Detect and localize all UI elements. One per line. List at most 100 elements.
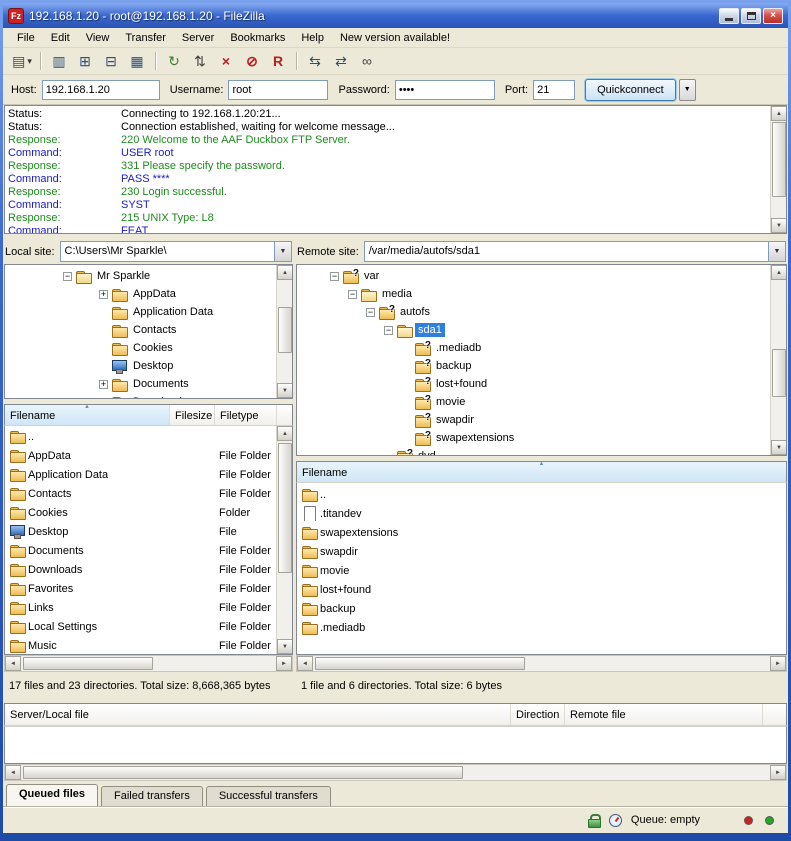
tree-item-cookies[interactable]: Cookies: [5, 339, 292, 357]
file-row-cookies[interactable]: Cookies Folder: [5, 503, 276, 522]
file-row-downloads[interactable]: Downloads File Folder: [5, 560, 276, 579]
tree-item-var[interactable]: − var: [297, 267, 786, 285]
file-row-swapextensions[interactable]: swapextensions: [297, 523, 786, 542]
tree-item-movie[interactable]: movie: [297, 393, 786, 411]
process-queue-icon[interactable]: ⇅: [188, 50, 212, 72]
file-row-links[interactable]: Links File Folder: [5, 598, 276, 617]
column-header-filetype[interactable]: Filetype: [215, 405, 277, 425]
quickconnect-button[interactable]: Quickconnect: [585, 79, 676, 101]
queue-horizontal-scrollbar[interactable]: ◄ ►: [4, 764, 787, 781]
scroll-down-icon[interactable]: ▼: [277, 639, 293, 654]
host-input[interactable]: [42, 80, 160, 100]
tree-item-autofs[interactable]: − autofs: [297, 303, 786, 321]
file-row-contacts[interactable]: Contacts File Folder: [5, 484, 276, 503]
collapse-icon[interactable]: −: [330, 272, 339, 281]
synchronized-browsing-icon[interactable]: ⇄: [329, 50, 353, 72]
password-input[interactable]: [395, 80, 495, 100]
local-tree-vertical-scrollbar[interactable]: ▲ ▼: [276, 265, 292, 398]
directory-comparison-icon[interactable]: ⇆: [303, 50, 327, 72]
scrollbar-thumb[interactable]: [278, 443, 292, 573]
scroll-right-icon[interactable]: ►: [276, 656, 292, 671]
speed-limits-icon[interactable]: [609, 814, 622, 827]
quickconnect-dropdown-icon[interactable]: ▼: [679, 79, 696, 101]
cancel-icon[interactable]: ×: [214, 50, 238, 72]
file-row-up[interactable]: ..: [5, 427, 276, 446]
menu-new-version[interactable]: New version available!: [332, 30, 458, 46]
scroll-left-icon[interactable]: ◄: [5, 656, 21, 671]
collapse-icon[interactable]: −: [366, 308, 375, 317]
menu-bookmarks[interactable]: Bookmarks: [222, 30, 293, 46]
tree-item-backup[interactable]: backup: [297, 357, 786, 375]
scroll-up-icon[interactable]: ▲: [277, 265, 293, 280]
menu-help[interactable]: Help: [293, 30, 332, 46]
close-button[interactable]: ×: [763, 8, 783, 24]
menu-edit[interactable]: Edit: [43, 30, 78, 46]
menu-server[interactable]: Server: [174, 30, 222, 46]
port-input[interactable]: [533, 80, 575, 100]
file-row-application-data[interactable]: Application Data File Folder: [5, 465, 276, 484]
scroll-left-icon[interactable]: ◄: [297, 656, 313, 671]
tree-item-media[interactable]: − media: [297, 285, 786, 303]
column-header-direction[interactable]: Direction: [511, 704, 565, 725]
site-manager-icon[interactable]: ▤: [10, 50, 34, 72]
username-input[interactable]: [228, 80, 328, 100]
toggle-queue-icon[interactable]: ▦: [125, 50, 149, 72]
tree-item-sda1[interactable]: − sda1: [297, 321, 786, 339]
collapse-icon[interactable]: −: [348, 290, 357, 299]
file-row-swapdir[interactable]: swapdir: [297, 542, 786, 561]
expand-icon[interactable]: +: [99, 380, 108, 389]
file-row-local-settings[interactable]: Local Settings File Folder: [5, 617, 276, 636]
scroll-up-icon[interactable]: ▲: [771, 265, 787, 280]
remote-file-list[interactable]: .. .titandev swapextensions swapdir movi…: [296, 483, 787, 655]
minimize-button[interactable]: [719, 8, 739, 24]
column-header-server-local-file[interactable]: Server/Local file: [5, 704, 511, 725]
tree-item-mediadb[interactable]: .mediadb: [297, 339, 786, 357]
toggle-local-tree-icon[interactable]: ⊞: [73, 50, 97, 72]
column-header-filesize[interactable]: Filesize: [170, 405, 215, 425]
scrollbar-thumb[interactable]: [23, 766, 463, 779]
tree-item-desktop[interactable]: Desktop: [5, 357, 292, 375]
refresh-icon[interactable]: ↻: [162, 50, 186, 72]
local-list-horizontal-scrollbar[interactable]: ◄ ►: [4, 655, 293, 672]
titlebar[interactable]: Fz 192.168.1.20 - root@192.168.1.20 - Fi…: [3, 3, 788, 28]
queue-list[interactable]: [4, 726, 787, 764]
scroll-right-icon[interactable]: ►: [770, 656, 786, 671]
log-vertical-scrollbar[interactable]: ▲ ▼: [770, 106, 786, 233]
scrollbar-thumb[interactable]: [772, 349, 786, 397]
tree-item-swapextensions[interactable]: swapextensions: [297, 429, 786, 447]
tab-failed-transfers[interactable]: Failed transfers: [101, 786, 203, 806]
scrollbar-thumb[interactable]: [23, 657, 153, 670]
file-row-titandev[interactable]: .titandev: [297, 504, 786, 523]
remote-tree-vertical-scrollbar[interactable]: ▲ ▼: [770, 265, 786, 455]
file-row-mediadb[interactable]: .mediadb: [297, 618, 786, 637]
column-header-filename[interactable]: Filename: [297, 462, 786, 482]
tree-item-application-data[interactable]: Application Data: [5, 303, 292, 321]
scroll-down-icon[interactable]: ▼: [771, 440, 787, 455]
column-header-filename[interactable]: Filename: [5, 405, 170, 425]
remote-site-combobox[interactable]: /var/media/autofs/sda1 ▼: [364, 241, 786, 262]
toggle-remote-tree-icon[interactable]: ⊟: [99, 50, 123, 72]
scroll-down-icon[interactable]: ▼: [277, 383, 293, 398]
file-row-appdata[interactable]: AppData File Folder: [5, 446, 276, 465]
file-row-backup[interactable]: backup: [297, 599, 786, 618]
remote-list-horizontal-scrollbar[interactable]: ◄ ►: [296, 655, 787, 672]
toggle-log-icon[interactable]: ▥: [47, 50, 71, 72]
scrollbar-thumb[interactable]: [315, 657, 525, 670]
chevron-down-icon[interactable]: ▼: [768, 242, 785, 261]
tree-item-dvd[interactable]: dvd: [297, 447, 786, 456]
tree-item-downloads[interactable]: Downloads: [5, 393, 292, 399]
file-row-movie[interactable]: movie: [297, 561, 786, 580]
column-header-remote-file[interactable]: Remote file: [565, 704, 763, 725]
scrollbar-thumb[interactable]: [772, 122, 786, 197]
scroll-right-icon[interactable]: ►: [770, 765, 786, 780]
find-files-icon[interactable]: ∞: [355, 50, 379, 72]
scroll-up-icon[interactable]: ▲: [277, 426, 293, 441]
menu-view[interactable]: View: [78, 30, 118, 46]
reconnect-icon[interactable]: R: [266, 50, 290, 72]
tree-item-swapdir[interactable]: swapdir: [297, 411, 786, 429]
maximize-button[interactable]: [741, 8, 761, 24]
scrollbar-thumb[interactable]: [278, 307, 292, 353]
scroll-down-icon[interactable]: ▼: [771, 218, 787, 233]
file-row-music[interactable]: Music File Folder: [5, 636, 276, 654]
disconnect-icon[interactable]: ⊘: [240, 50, 264, 72]
